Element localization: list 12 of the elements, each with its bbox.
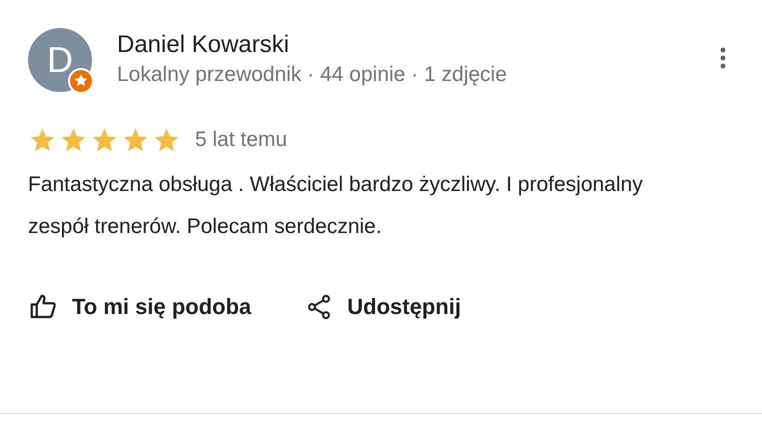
author-meta: Lokalny przewodnik · 44 opinie · 1 zdjęcie [117, 62, 507, 88]
star-icon [90, 126, 119, 154]
review-time: 5 lat temu [195, 128, 288, 152]
review-text: Fantastyczna obsługa . Właściciel bardzo życzliwy. I profesjonalny zespół trenerów. Polecam serdecznie. [28, 172, 644, 240]
star-icon [152, 126, 181, 154]
share-button[interactable]: Udostępnij [301, 284, 465, 330]
more-options-icon[interactable] [720, 46, 726, 70]
like-button[interactable]: To mi się podoba [24, 284, 256, 330]
star-icon [59, 126, 88, 154]
star-icon [28, 126, 57, 154]
star-icon [121, 126, 150, 154]
author-name[interactable]: Daniel Kowarski [117, 30, 507, 60]
